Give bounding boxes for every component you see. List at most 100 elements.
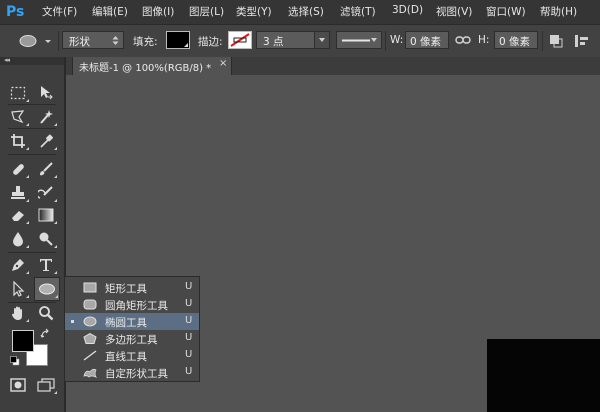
menu-layer[interactable]: 图层(L)	[189, 4, 224, 19]
crop-tool[interactable]	[6, 130, 30, 152]
custom-shape-icon	[83, 368, 97, 378]
type-tool[interactable]	[34, 254, 58, 276]
spot-healing-brush-tool[interactable]	[6, 158, 30, 180]
separator	[58, 31, 59, 51]
flyout-item-rounded-rectangle[interactable]: 圆角矩形工具 U	[65, 296, 199, 313]
dodge-tool[interactable]	[34, 228, 58, 250]
fill-swatch[interactable]	[166, 31, 190, 49]
height-input[interactable]: 0 像素	[494, 31, 538, 49]
menu-file[interactable]: 文件(F)	[42, 4, 77, 19]
quick-mask-button[interactable]	[6, 374, 30, 396]
gradient-tool[interactable]	[34, 204, 58, 226]
mode-value: 形状	[69, 36, 90, 48]
updown-arrows-icon	[112, 36, 119, 45]
tool-group-triangle	[26, 271, 29, 274]
pen-tool[interactable]	[6, 254, 30, 276]
eraser-icon	[12, 211, 24, 221]
path-selection-tool[interactable]	[6, 278, 30, 300]
quick-mask-icon	[10, 378, 26, 392]
double-chevron-icon[interactable]: ◂◂	[4, 56, 10, 64]
clone-stamp-tool[interactable]	[6, 182, 30, 204]
photoshop-logo: Ps	[6, 4, 25, 20]
hand-tool[interactable]	[6, 302, 30, 324]
flyout-shortcut: U	[185, 298, 193, 309]
document-tab-title: 未标题-1 @ 100%(RGB/8) *	[79, 63, 212, 74]
tool-group-triangle	[54, 123, 57, 126]
flyout-item-rectangle[interactable]: 矩形工具 U	[65, 279, 199, 296]
polygonal-lasso-tool[interactable]	[6, 106, 30, 128]
path-alignment-button[interactable]	[574, 33, 594, 49]
flyout-shortcut: U	[185, 315, 193, 326]
stroke-line-icon	[342, 39, 370, 42]
drop-icon	[13, 232, 23, 247]
ellipse-tool[interactable]	[34, 277, 60, 301]
flyout-item-custom-shape[interactable]: 自定形状工具 U	[65, 364, 199, 381]
link-icon	[455, 36, 471, 44]
link-dimensions-button[interactable]	[455, 35, 471, 45]
menu-select[interactable]: 选择(S)	[288, 4, 324, 19]
brush-icon	[40, 162, 53, 176]
stroke-width-value: 3 点	[263, 36, 284, 48]
tool-group-triangle	[26, 245, 29, 248]
tool-group-triangle	[54, 199, 57, 202]
selected-bullet	[71, 320, 74, 323]
flyout-shortcut: U	[185, 349, 193, 360]
magnifier-icon	[39, 306, 54, 321]
foreground-color-swatch-top[interactable]	[12, 330, 34, 352]
flyout-item-line[interactable]: 直线工具 U	[65, 347, 199, 364]
stroke-width-field[interactable]: 3 点	[256, 31, 330, 49]
shape-tools-flyout: 矩形工具 U 圆角矩形工具 U 椭圆工具 U 多边形工具 U 直线工具 U 自定…	[64, 276, 200, 382]
tool-group-triangle	[26, 221, 29, 224]
menu-edit[interactable]: 编辑(E)	[92, 4, 128, 19]
move-icon	[41, 86, 53, 100]
tool-preset-picker[interactable]	[14, 32, 54, 50]
history-brush-icon	[38, 186, 53, 199]
magic-wand-tool[interactable]	[34, 106, 58, 128]
mode-select[interactable]: 形状	[62, 31, 124, 49]
width-value: 0 像素	[410, 36, 442, 48]
tool-group-triangle	[54, 147, 57, 150]
menu-type[interactable]: 类型(Y)	[236, 4, 272, 19]
chevron-down-icon	[319, 38, 325, 42]
move-tool[interactable]	[34, 82, 58, 104]
flyout-item-polygon[interactable]: 多边形工具 U	[65, 330, 199, 347]
swap-colors-button[interactable]	[40, 328, 52, 340]
menu-filter[interactable]: 滤镜(T)	[340, 4, 376, 19]
divider	[8, 154, 56, 155]
menu-view[interactable]: 视图(V)	[436, 4, 472, 19]
menu-help[interactable]: 帮助(H)	[540, 4, 577, 19]
rectangular-marquee-tool[interactable]	[6, 82, 30, 104]
default-colors-button[interactable]	[10, 356, 20, 366]
menu-image[interactable]: 图像(I)	[142, 4, 174, 19]
fill-dropdown-corner	[184, 43, 188, 47]
screen-mode-icon	[37, 378, 55, 392]
crop-icon	[11, 134, 25, 148]
tool-group-triangle	[26, 199, 29, 202]
height-label: H:	[478, 34, 490, 46]
history-brush-tool[interactable]	[34, 182, 58, 204]
blur-tool[interactable]	[6, 228, 30, 250]
arrow-pointer-icon	[13, 281, 25, 297]
path-operations-button[interactable]	[548, 33, 564, 49]
tool-group-triangle	[54, 391, 57, 394]
eraser-tool[interactable]	[6, 204, 30, 226]
stroke-width-dropdown[interactable]	[314, 32, 329, 48]
tools-panel-header[interactable]	[0, 57, 64, 65]
zoom-tool[interactable]	[34, 302, 58, 324]
stroke-swatch[interactable]	[228, 31, 252, 49]
eyedropper-tool[interactable]	[34, 130, 58, 152]
type-icon	[40, 259, 52, 271]
polygonal-lasso-icon	[11, 110, 25, 124]
screen-mode-button[interactable]	[34, 374, 58, 396]
black-rectangle-shape[interactable]	[487, 339, 600, 412]
stroke-type-select[interactable]	[336, 31, 382, 49]
flyout-label: 矩形工具	[105, 283, 147, 295]
close-icon[interactable]: ×	[219, 58, 227, 69]
document-tab[interactable]: 未标题-1 @ 100%(RGB/8) * ×	[72, 57, 232, 75]
brush-tool[interactable]	[34, 158, 58, 180]
menu-window[interactable]: 窗口(W)	[486, 4, 526, 19]
menu-3d[interactable]: 3D(D)	[392, 4, 423, 16]
hand-icon	[12, 306, 22, 320]
width-input[interactable]: 0 像素	[405, 31, 449, 49]
flyout-item-ellipse[interactable]: 椭圆工具 U	[65, 313, 199, 330]
